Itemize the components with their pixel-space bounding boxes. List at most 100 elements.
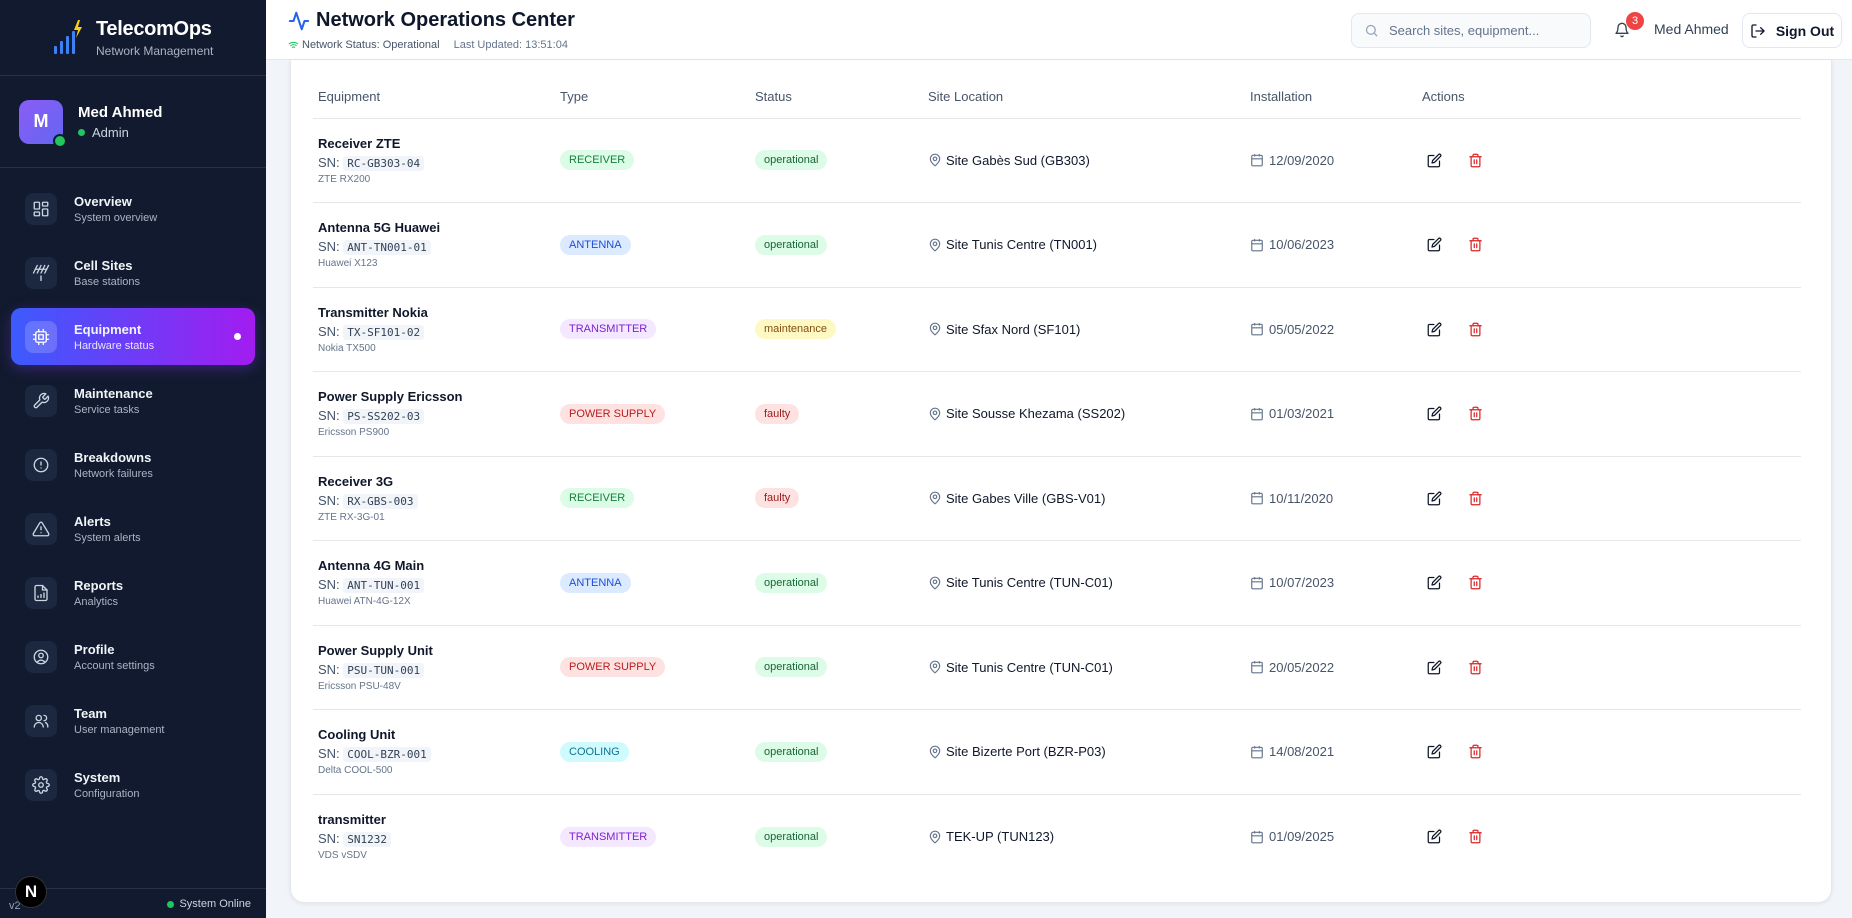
actions-cell bbox=[1417, 371, 1801, 457]
table-row[interactable]: Transmitter Nokia SN: TX-SF101-02 Nokia TX… bbox=[313, 287, 1801, 372]
brand[interactable]: TelecomOps Network Management bbox=[0, 0, 266, 76]
installation-cell: 14/08/2021 bbox=[1245, 709, 1417, 795]
site-location: Site Sfax Nord (SF101) bbox=[928, 322, 1245, 337]
signal-bars-logo-icon bbox=[54, 19, 82, 54]
column-header-status[interactable]: Status bbox=[750, 76, 923, 119]
top-header: Network Operations Center Network Status… bbox=[266, 0, 1852, 60]
installation-date-value: 01/09/2025 bbox=[1269, 829, 1335, 844]
map-pin-icon bbox=[929, 660, 941, 674]
type-badge: POWER SUPPLY bbox=[560, 403, 666, 424]
serial-code: SN1232 bbox=[343, 832, 392, 847]
table-row[interactable]: Power Supply Ericsson SN: PS-SS202-03 Eric… bbox=[313, 371, 1801, 457]
serial-number: SN: PS-SS202-03 bbox=[318, 408, 555, 425]
avatar: M bbox=[19, 99, 67, 148]
site-location: Site Tunis Centre (TN001) bbox=[928, 237, 1245, 252]
table-row[interactable]: transmitter SN: SN1232 VDS vSDV TRANSMITTER… bbox=[313, 794, 1801, 879]
sidebar-item-reports[interactable]: Reports Analytics bbox=[11, 564, 255, 621]
status-cell: faulty bbox=[750, 456, 923, 541]
installation-date-value: 10/07/2023 bbox=[1269, 575, 1335, 591]
nav-label: Overview bbox=[74, 193, 132, 209]
delete-button[interactable] bbox=[1463, 740, 1487, 764]
sidebar-item-cell-sites[interactable]: Cell Sites Base stations bbox=[11, 244, 255, 301]
dev-tools-badge[interactable]: N bbox=[15, 876, 47, 908]
equipment-table: Equipment Type Status Site Location Inst… bbox=[313, 76, 1801, 879]
delete-button[interactable] bbox=[1463, 655, 1487, 679]
delete-button[interactable] bbox=[1463, 825, 1487, 849]
delete-button[interactable] bbox=[1463, 571, 1487, 595]
equipment-name: Transmitter Nokia bbox=[318, 304, 428, 320]
table-row[interactable]: Antenna 4G Main SN: ANT-TUN-001 Huawei ATN… bbox=[313, 540, 1801, 626]
type-cell: TRANSMITTER bbox=[555, 794, 750, 879]
sidebar-item-alerts[interactable]: Alerts System alerts bbox=[11, 500, 255, 557]
nav-label: Breakdowns bbox=[74, 449, 152, 465]
edit-button[interactable] bbox=[1422, 148, 1446, 172]
user-name: Med Ahmed bbox=[78, 103, 163, 121]
edit-button[interactable] bbox=[1422, 317, 1446, 341]
edit-button[interactable] bbox=[1422, 233, 1446, 257]
table-row[interactable]: Power Supply Unit SN: PSU-TUN-001 Ericsson… bbox=[313, 625, 1801, 710]
site-location: Site Tunis Centre (TUN-C01) bbox=[928, 660, 1245, 675]
edit-button[interactable] bbox=[1422, 655, 1446, 679]
header-user-name[interactable]: Med Ahmed bbox=[1654, 21, 1729, 37]
delete-button[interactable] bbox=[1463, 317, 1487, 341]
column-header-type[interactable]: Type bbox=[555, 76, 750, 119]
status-cell: operational bbox=[750, 118, 923, 203]
sidebar-user-card[interactable]: M Med Ahmed Admin bbox=[0, 76, 266, 168]
serial-prefix: SN: bbox=[318, 661, 340, 677]
search-input[interactable] bbox=[1389, 23, 1579, 38]
status-cell: operational bbox=[750, 709, 923, 795]
site-cell: Site Sfax Nord (SF101) bbox=[923, 287, 1245, 372]
equipment-name: transmitter bbox=[318, 812, 386, 827]
column-header-site-location[interactable]: Site Location bbox=[923, 76, 1245, 119]
users-icon bbox=[25, 704, 57, 737]
edit-button[interactable] bbox=[1422, 825, 1446, 849]
edit-button[interactable] bbox=[1422, 402, 1446, 426]
row-actions bbox=[1422, 317, 1801, 341]
table-row[interactable]: Receiver ZTE SN: RC-GB303-04 ZTE RX200 RECE… bbox=[313, 118, 1801, 203]
sign-out-button[interactable]: Sign Out bbox=[1742, 13, 1842, 48]
installation-cell: 01/09/2025 bbox=[1245, 794, 1417, 879]
delete-button[interactable] bbox=[1463, 486, 1487, 510]
table-row[interactable]: Cooling Unit SN: COOL-BZR-001 Delta COOL-5… bbox=[313, 709, 1801, 795]
installation-date: 14/08/2021 bbox=[1250, 744, 1417, 759]
status-badge: operational bbox=[755, 234, 828, 255]
delete-button[interactable] bbox=[1463, 148, 1487, 172]
status-cell: operational bbox=[750, 540, 923, 626]
actions-cell bbox=[1417, 287, 1801, 372]
equipment-cell: Receiver 3G SN: RX-GBS-003 ZTE RX-3G-01 bbox=[313, 456, 555, 541]
sidebar-item-profile[interactable]: Profile Account settings bbox=[11, 628, 255, 685]
sidebar-item-maintenance[interactable]: Maintenance Service tasks bbox=[11, 372, 255, 429]
sidebar-item-team[interactable]: Team User management bbox=[11, 692, 255, 749]
trash-icon bbox=[1468, 322, 1482, 337]
status-badge: faulty bbox=[755, 403, 800, 424]
equipment-name: Cooling Unit bbox=[318, 727, 396, 743]
table-row[interactable]: Receiver 3G SN: RX-GBS-003 ZTE RX-3G-01 REC… bbox=[313, 456, 1801, 541]
sidebar-item-equipment[interactable]: Equipment Hardware status bbox=[11, 308, 255, 365]
edit-button[interactable] bbox=[1422, 740, 1446, 764]
sidebar-item-overview[interactable]: Overview System overview bbox=[11, 180, 255, 237]
type-badge: COOLING bbox=[560, 741, 629, 762]
delete-button[interactable] bbox=[1463, 233, 1487, 257]
equipment-model: Ericsson PS900 bbox=[318, 427, 390, 439]
status-badge: faulty bbox=[755, 488, 800, 509]
sidebar-item-breakdowns[interactable]: Breakdowns Network failures bbox=[11, 436, 255, 493]
equipment-name: Receiver 3G bbox=[318, 473, 394, 489]
row-actions bbox=[1422, 233, 1801, 257]
nav-sublabel: Account settings bbox=[74, 659, 155, 672]
status-cell: faulty bbox=[750, 371, 923, 457]
table-row[interactable]: Antenna 5G Huawei SN: ANT-TN001-01 Huawei … bbox=[313, 202, 1801, 288]
column-header-equipment[interactable]: Equipment bbox=[313, 76, 555, 119]
search-box[interactable] bbox=[1351, 13, 1591, 48]
edit-button[interactable] bbox=[1422, 486, 1446, 510]
site-name: Site Tunis Centre (TUN-C01) bbox=[946, 575, 1113, 591]
edit-button[interactable] bbox=[1422, 571, 1446, 595]
installation-cell: 10/11/2020 bbox=[1245, 456, 1417, 541]
map-pin-icon bbox=[929, 576, 941, 590]
site-cell: Site Tunis Centre (TN001) bbox=[923, 202, 1245, 288]
delete-button[interactable] bbox=[1463, 402, 1487, 426]
site-location: Site Gabès Sud (GB303) bbox=[928, 153, 1245, 168]
site-cell: Site Tunis Centre (TUN-C01) bbox=[923, 540, 1245, 626]
column-header-installation[interactable]: Installation bbox=[1245, 76, 1417, 119]
sidebar-item-system[interactable]: System Configuration bbox=[11, 756, 255, 813]
sidebar: TelecomOps Network Management M Med Ahme… bbox=[0, 0, 266, 918]
